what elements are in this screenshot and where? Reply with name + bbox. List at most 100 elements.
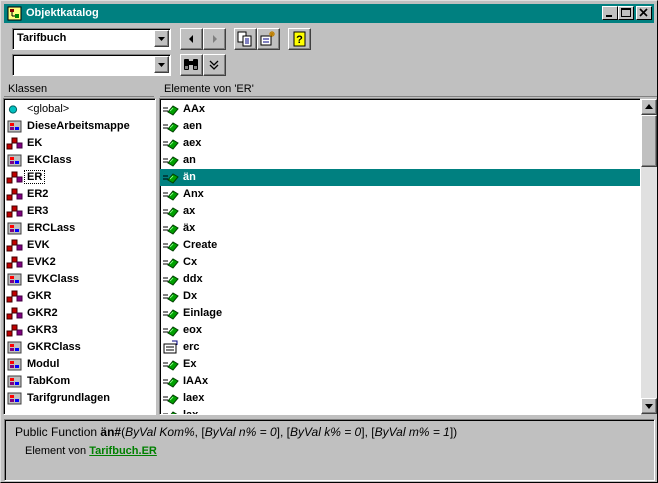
back-button[interactable] <box>180 28 203 50</box>
class-item-label: Modul <box>27 358 60 370</box>
search-combo-dropdown-button[interactable] <box>154 56 169 73</box>
type-icon <box>6 323 24 338</box>
module-icon <box>6 153 24 168</box>
description-pane: Public Function än#(ByVal Kom%, [ByVal n… <box>4 419 655 481</box>
member-item[interactable]: AAx <box>160 101 640 118</box>
class-item[interactable]: ER2 <box>4 186 155 203</box>
search-combo[interactable] <box>12 54 171 76</box>
method-icon <box>162 119 180 134</box>
signature-param-part: , [ <box>194 425 205 439</box>
class-item[interactable]: TabKom <box>4 373 155 390</box>
class-item[interactable]: EK <box>4 135 155 152</box>
module-icon <box>6 374 24 389</box>
class-item-label: ER2 <box>27 188 49 200</box>
member-item[interactable]: lax <box>160 407 640 414</box>
class-item[interactable]: ERCLass <box>4 220 155 237</box>
member-item[interactable]: eox <box>160 322 640 339</box>
member-item[interactable]: IAAx <box>160 373 640 390</box>
signature-param-part: ByVal n% = 0 <box>204 425 277 439</box>
class-item[interactable]: GKR3 <box>4 322 155 339</box>
classes-list[interactable]: <global> DieseArbeitsmappe EK EKClass ER ER2 E… <box>3 98 156 415</box>
title-bar[interactable]: Objektkatalog <box>4 4 654 23</box>
member-item-label: Cx <box>183 256 198 268</box>
class-item-label: ER3 <box>27 205 49 217</box>
class-item[interactable]: ER <box>4 169 155 186</box>
binoculars-icon <box>184 59 198 70</box>
member-item[interactable]: aex <box>160 135 640 152</box>
member-item[interactable]: äx <box>160 220 640 237</box>
member-item-label: Ex <box>183 358 197 370</box>
window-title: Objektkatalog <box>26 7 99 19</box>
show-search-results-button[interactable] <box>203 54 226 76</box>
member-item-label: erc <box>183 341 200 353</box>
class-item[interactable]: EVK <box>4 237 155 254</box>
class-item-label: EK <box>27 137 43 149</box>
member-item[interactable]: erc <box>160 339 640 356</box>
member-item-label: aex <box>183 137 202 149</box>
member-item-label: äx <box>183 222 196 234</box>
class-item[interactable]: EKClass <box>4 152 155 169</box>
class-item[interactable]: Modul <box>4 356 155 373</box>
member-item[interactable]: laex <box>160 390 640 407</box>
class-item[interactable]: EVK2 <box>4 254 155 271</box>
member-item[interactable]: Ex <box>160 356 640 373</box>
member-item[interactable]: Create <box>160 237 640 254</box>
maximize-button[interactable] <box>618 6 634 20</box>
library-combo-value: Tarifbuch <box>17 32 67 44</box>
help-button[interactable]: ? <box>288 28 311 50</box>
member-item[interactable]: aen <box>160 118 640 135</box>
member-item[interactable]: Einlage <box>160 305 640 322</box>
member-item-label: AAx <box>183 103 206 115</box>
library-combo-dropdown-button[interactable] <box>154 30 169 47</box>
members-list[interactable]: AAx aen aex an än Anx ax äx Create Cx ddx Dx Einlage… <box>159 98 641 415</box>
library-combo[interactable]: Tarifbuch <box>12 28 171 50</box>
type-icon <box>6 170 24 185</box>
class-item[interactable]: GKRClass <box>4 339 155 356</box>
scroll-thumb[interactable] <box>641 115 657 167</box>
type-icon <box>6 289 24 304</box>
method-icon <box>162 238 180 253</box>
member-item[interactable]: än <box>160 169 640 186</box>
minimize-button[interactable] <box>602 6 618 20</box>
type-icon <box>6 255 24 270</box>
member-item[interactable]: ax <box>160 203 640 220</box>
property-icon <box>162 340 180 355</box>
type-icon <box>6 204 24 219</box>
member-item[interactable]: an <box>160 152 640 169</box>
class-item-label: DieseArbeitsmappe <box>27 120 130 132</box>
class-item[interactable]: <global> <box>4 101 155 118</box>
class-item-label: EVKClass <box>27 273 79 285</box>
view-definition-button[interactable] <box>257 28 280 50</box>
member-item[interactable]: Anx <box>160 186 640 203</box>
method-icon <box>162 323 180 338</box>
member-item[interactable]: Cx <box>160 254 640 271</box>
members-scrollbar[interactable] <box>641 99 657 414</box>
view-definition-icon <box>260 31 275 46</box>
close-button[interactable] <box>636 6 652 20</box>
class-item-label: EKClass <box>27 154 72 166</box>
scroll-down-button[interactable] <box>641 398 657 414</box>
class-item-label: EVK2 <box>27 256 56 268</box>
class-item[interactable]: GKR2 <box>4 305 155 322</box>
class-item[interactable]: GKR <box>4 288 155 305</box>
element-of-label: Element von <box>25 445 90 457</box>
element-of-class-link[interactable]: ER <box>142 445 157 457</box>
method-icon <box>162 255 180 270</box>
element-of-library-link[interactable]: Tarifbuch <box>89 445 138 457</box>
search-button[interactable] <box>180 54 203 76</box>
class-item[interactable]: DieseArbeitsmappe <box>4 118 155 135</box>
class-item[interactable]: ER3 <box>4 203 155 220</box>
class-item[interactable]: EVKClass <box>4 271 155 288</box>
member-item[interactable]: Dx <box>160 288 640 305</box>
copy-button[interactable] <box>234 28 257 50</box>
member-item-label: Create <box>183 239 218 251</box>
forward-button[interactable] <box>203 28 226 50</box>
member-item-label: aen <box>183 120 202 132</box>
close-icon <box>639 8 648 17</box>
help-icon: ? <box>293 31 306 47</box>
class-item-label: EVK <box>27 239 50 251</box>
object-browser-window: Objektkatalog Tarifbuch ? Klassen Elemen… <box>0 0 658 483</box>
scroll-up-button[interactable] <box>641 99 657 115</box>
class-item[interactable]: Tarifgrundlagen <box>4 390 155 407</box>
member-item[interactable]: ddx <box>160 271 640 288</box>
